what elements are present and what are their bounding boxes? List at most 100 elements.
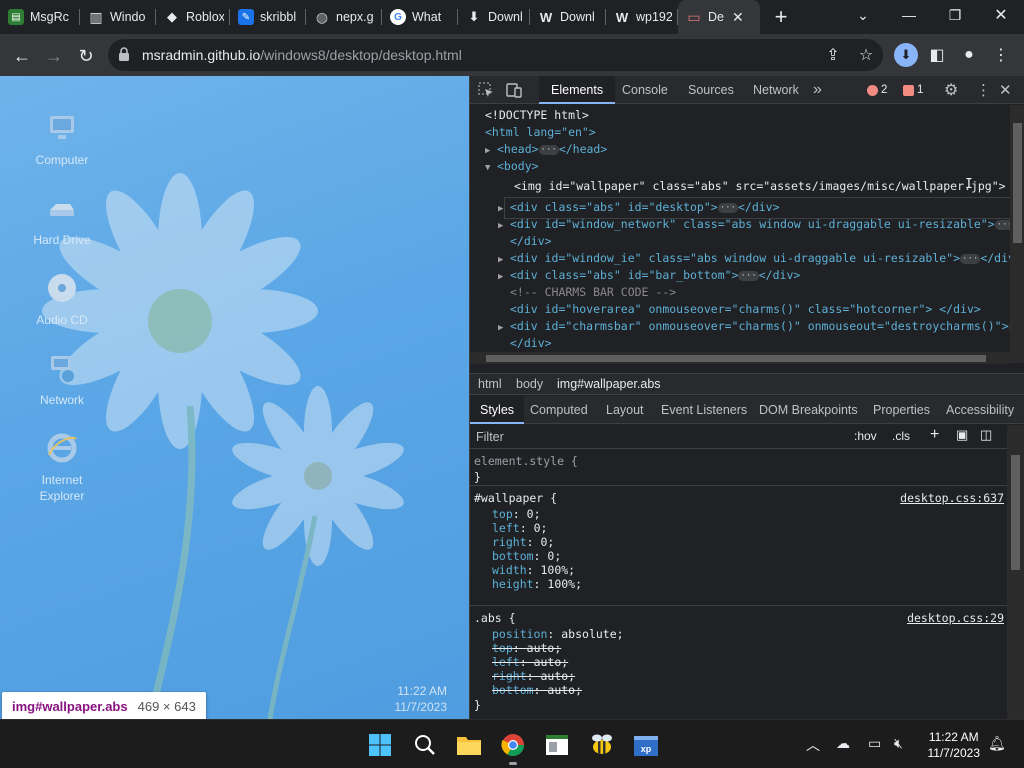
scrollbar-thumb[interactable] [1013, 123, 1022, 243]
dom-line-bar-bottom[interactable]: ▶ <div class="abs" id="bar_bottom"> ··· </d… [498, 267, 800, 284]
css-declaration-overridden[interactable]: top: auto; [492, 641, 561, 655]
element-style-rule[interactable]: element.style { } [470, 450, 1008, 486]
browser-tab-active[interactable]: ▭ De ✕ [678, 0, 760, 34]
rule-source-link[interactable]: desktop.css:637 [900, 491, 1004, 505]
dom-line-charmsbar[interactable]: ▶ <div id="charmsbar" onmouseover="charms… [498, 318, 1024, 335]
subtab-event-listeners[interactable]: Event Listeners [661, 396, 747, 424]
file-explorer-button[interactable] [453, 729, 485, 761]
forward-button[interactable]: → [40, 42, 68, 70]
expand-triangle-icon[interactable]: ▶ [498, 218, 510, 235]
ellipsis-icon[interactable]: ··· [717, 202, 738, 213]
browser-tab[interactable]: W Downl [530, 0, 606, 34]
menu-kebab-icon[interactable]: ⋮ [990, 44, 1012, 66]
breadcrumb-img[interactable]: img#wallpaper.abs [557, 377, 661, 391]
dom-line-charmsbar-close[interactable]: </div> [510, 335, 552, 352]
subtab-styles[interactable]: Styles [470, 396, 525, 424]
wallpaper-rule[interactable]: #wallpaper { desktop.css:637 top: 0; lef… [470, 486, 1008, 606]
browser-tab[interactable]: W wp192 [606, 0, 678, 34]
tab-console[interactable]: Console [622, 76, 668, 104]
start-button[interactable] [364, 729, 396, 761]
dom-line-head[interactable]: ▶ <head> ··· </head> [485, 141, 607, 158]
css-declaration[interactable]: height: 100%; [492, 577, 582, 591]
ellipsis-icon[interactable]: ··· [538, 144, 559, 155]
tab-elements[interactable]: Elements [539, 76, 616, 104]
search-button[interactable] [409, 729, 441, 761]
tab-sources[interactable]: Sources [688, 76, 734, 104]
reload-button[interactable]: ↻ [72, 42, 100, 70]
volume-muted-icon[interactable]: 🔇︎ [894, 735, 903, 752]
back-button[interactable]: ← [8, 42, 36, 70]
paint-brush-icon[interactable]: ▣ [956, 427, 968, 443]
breadcrumb-html[interactable]: html [478, 377, 502, 391]
notification-bell-icon[interactable]: 🔔︎ [988, 735, 1006, 752]
scrollbar-thumb[interactable] [486, 355, 986, 362]
rule-source-link[interactable]: desktop.css:29 [907, 611, 1004, 625]
page-viewport[interactable]: Computer Hard Drive Audio CD Network Int… [0, 76, 469, 719]
dom-line-html[interactable]: <html lang="en"> [485, 124, 596, 141]
dom-line-network-close[interactable]: </div> [510, 233, 552, 250]
tab-network[interactable]: Network [753, 76, 799, 104]
close-window-button[interactable]: ✕ [978, 0, 1024, 30]
network-monitor-icon[interactable]: ▭ [868, 735, 881, 752]
browser-tab[interactable]: ▤ MsgRc [0, 0, 80, 34]
desktop-icon-internet-explorer[interactable]: Internet Explorer [20, 428, 104, 504]
styles-vertical-scrollbar[interactable] [1007, 425, 1024, 719]
add-rule-icon[interactable]: + [930, 426, 939, 444]
subtab-layout[interactable]: Layout [606, 396, 644, 424]
dom-line-ie[interactable]: ▶ <div id="window_ie" class="abs window u… [498, 250, 1022, 267]
expand-triangle-icon[interactable]: ▶ [498, 269, 510, 286]
dom-line-doctype[interactable]: <!DOCTYPE html> [485, 107, 589, 124]
css-declaration[interactable]: position: absolute; [492, 627, 624, 641]
devtools-menu-kebab-icon[interactable]: ⋮ [976, 81, 991, 99]
tab-search-icon[interactable]: ⌄ [840, 0, 886, 30]
inspect-element-icon[interactable] [478, 82, 494, 98]
more-tabs-button[interactable]: » [813, 76, 822, 104]
browser-tab[interactable]: ◍ nepx.g [306, 0, 382, 34]
desktop-icon-hard-drive[interactable]: Hard Drive [20, 188, 104, 248]
browser-tab[interactable]: G What [382, 0, 458, 34]
share-icon[interactable]: ⇪ [822, 44, 844, 66]
dom-line-desktop[interactable]: ▶ <div class="abs" id="desktop"> ··· </div> [498, 199, 780, 216]
bookmark-star-icon[interactable]: ☆ [855, 44, 877, 66]
styles-filter-input[interactable] [476, 427, 836, 447]
issue-count-badge[interactable]: 1 [900, 83, 927, 97]
css-declaration-overridden[interactable]: right: auto; [492, 669, 575, 683]
dom-line-body[interactable]: ▼ <body> [485, 158, 539, 175]
browser-tab[interactable]: ✎ skribbl [230, 0, 306, 34]
css-declaration-overridden[interactable]: bottom: auto; [492, 683, 582, 697]
xp-app-button[interactable]: xp [630, 729, 662, 761]
error-count-badge[interactable]: 2 [864, 83, 891, 97]
desktop-icon-audio-cd[interactable]: Audio CD [20, 268, 104, 328]
tray-overflow-chevron-icon[interactable]: ︿ [806, 735, 820, 755]
dom-vertical-scrollbar[interactable] [1010, 105, 1024, 363]
subtab-dom-breakpoints[interactable]: DOM Breakpoints [759, 396, 858, 424]
dom-line-hoverarea[interactable]: <div id="hoverarea" onmouseover="charms(… [510, 301, 981, 318]
collapse-triangle-icon[interactable]: ▼ [485, 160, 497, 177]
ellipsis-icon[interactable]: ··· [738, 270, 759, 281]
bee-app-button[interactable] [586, 729, 618, 761]
toggle-sidebar-icon[interactable]: ◫ [980, 427, 992, 443]
profile-avatar-icon[interactable]: ● [958, 44, 980, 66]
close-tab-icon[interactable]: ✕ [732, 9, 744, 26]
address-bar[interactable]: msradmin.github.io/windows8/desktop/desk… [108, 39, 883, 71]
hov-toggle[interactable]: :hov [854, 429, 877, 443]
taskbar-clock[interactable]: 11:22 AM 11/7/2023 [928, 729, 981, 761]
new-tab-button[interactable]: + [766, 4, 796, 30]
side-panel-icon[interactable]: ◧ [926, 44, 948, 66]
subtab-computed[interactable]: Computed [530, 396, 588, 424]
css-declaration[interactable]: right: 0; [492, 535, 554, 549]
dom-tree[interactable]: <!DOCTYPE html> <html lang="en"> ▶ <head>… [470, 105, 1024, 363]
desktop-icon-computer[interactable]: Computer [20, 108, 104, 168]
css-declaration[interactable]: width: 100%; [492, 563, 575, 577]
app-button[interactable] [541, 729, 573, 761]
abs-rule-block[interactable]: .abs { desktop.css:29 position: absolute… [470, 608, 1008, 719]
css-declaration[interactable]: left: 0; [492, 521, 547, 535]
device-toolbar-icon[interactable] [506, 82, 522, 98]
css-declaration[interactable]: bottom: 0; [492, 549, 561, 563]
expand-triangle-icon[interactable]: ▶ [498, 320, 510, 337]
breadcrumb-body[interactable]: body [516, 377, 543, 391]
settings-gear-icon[interactable]: ⚙ [944, 80, 958, 100]
browser-tab[interactable]: ⬇ Downl [458, 0, 530, 34]
close-devtools-icon[interactable]: ✕ [999, 81, 1012, 99]
ellipsis-icon[interactable]: ··· [960, 253, 981, 264]
